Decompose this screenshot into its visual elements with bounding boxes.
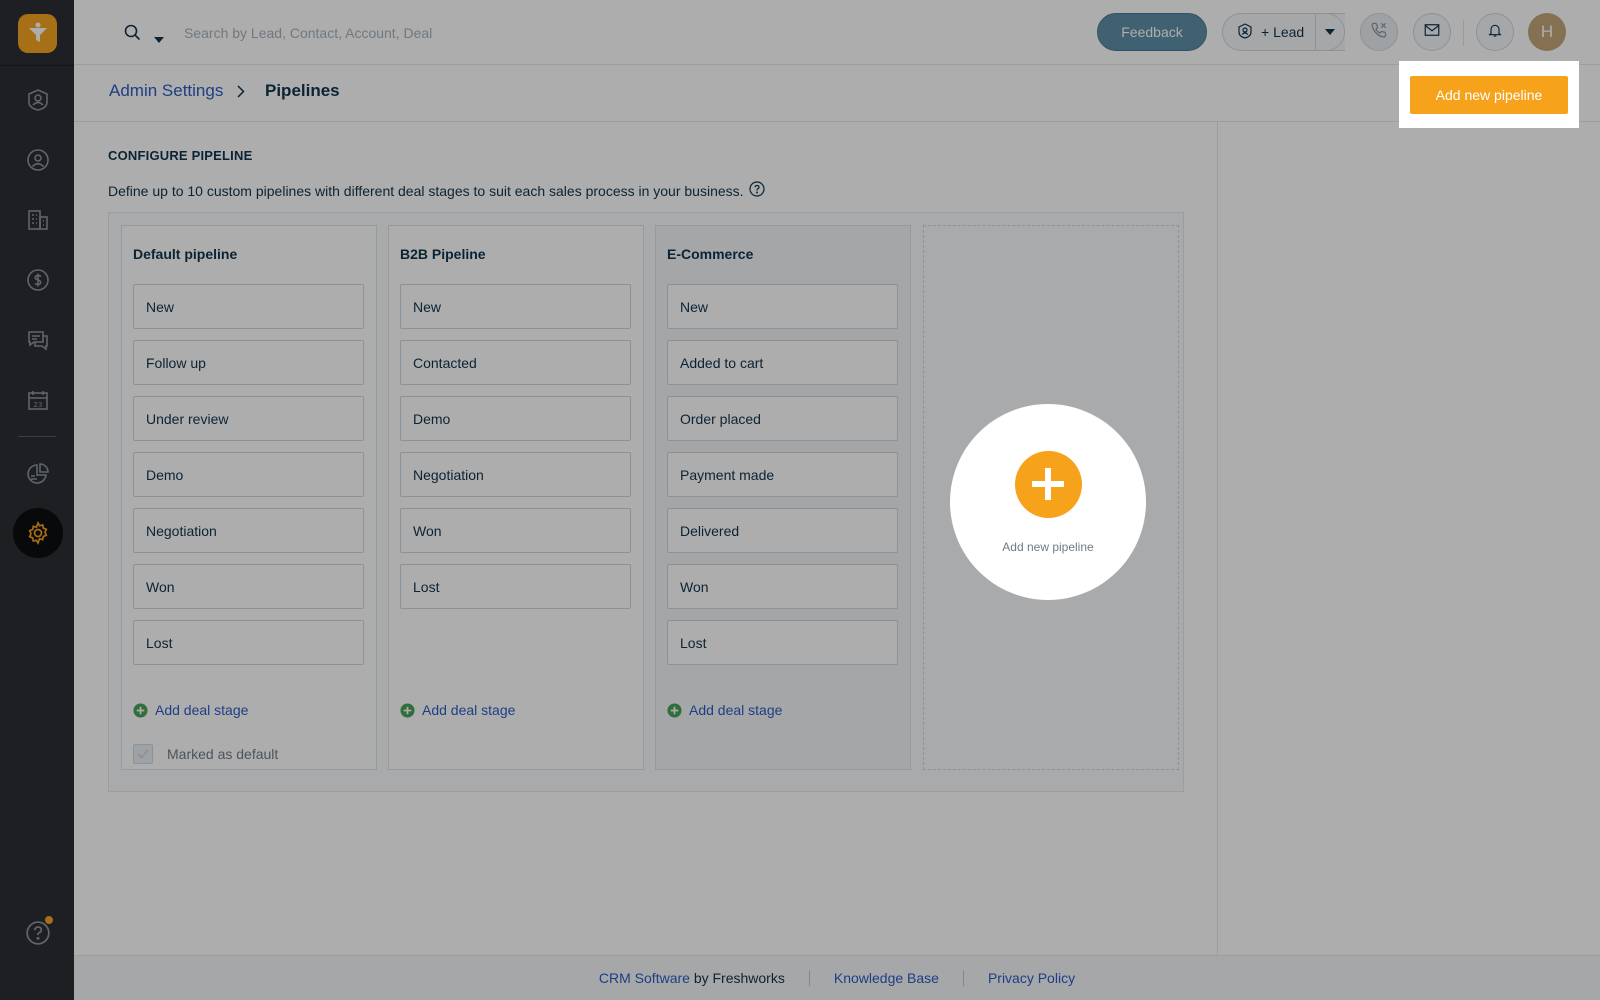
help-notification-dot	[44, 915, 54, 925]
bell-icon	[1487, 22, 1503, 43]
pipeline-card-b2b[interactable]: B2B Pipeline New Contacted Demo Negotiat…	[388, 225, 644, 770]
pipeline-card-default[interactable]: Default pipeline New Follow up Under rev…	[121, 225, 377, 770]
mail-icon	[1423, 21, 1441, 44]
add-deal-stage-label: Add deal stage	[422, 702, 516, 718]
plus-circle-icon	[133, 702, 148, 718]
top-bar: Feedback + Lead H	[74, 0, 1600, 65]
deal-stage[interactable]: New	[400, 284, 631, 329]
footer-separator	[808, 970, 810, 986]
add-deal-stage-button[interactable]: Add deal stage	[667, 702, 782, 718]
deal-stage[interactable]: Lost	[133, 620, 364, 665]
deal-stage[interactable]: Won	[667, 564, 898, 609]
deal-stage[interactable]: Lost	[400, 564, 631, 609]
crm-software-link[interactable]: CRM Software	[599, 970, 690, 986]
default-checkbox[interactable]	[133, 744, 153, 764]
left-sidebar: 23	[0, 0, 74, 1000]
pipeline-card-ecommerce[interactable]: E-Commerce New Added to cart Order place…	[655, 225, 911, 770]
logo-icon[interactable]	[18, 14, 57, 53]
chevron-down-icon[interactable]	[154, 30, 164, 48]
deal-stage[interactable]: New	[667, 284, 898, 329]
deal-stage[interactable]: Under review	[133, 396, 364, 441]
chevron-down-icon	[1325, 29, 1335, 35]
lead-icon	[1237, 22, 1253, 42]
deal-stage[interactable]: Added to cart	[667, 340, 898, 385]
deals-icon[interactable]	[22, 264, 54, 296]
footer: CRM Software by Freshworks Knowledge Bas…	[74, 955, 1600, 1000]
section-title: CONFIGURE PIPELINE	[108, 148, 253, 163]
deal-stage[interactable]: Negotiation	[133, 508, 364, 553]
feedback-button[interactable]: Feedback	[1097, 13, 1207, 51]
add-deal-stage-label: Add deal stage	[155, 702, 249, 718]
breadcrumb-admin-settings[interactable]: Admin Settings	[109, 81, 223, 101]
leads-icon[interactable]	[22, 84, 54, 116]
check-icon	[137, 749, 149, 759]
deal-stage[interactable]: Delivered	[667, 508, 898, 553]
svg-text:23: 23	[34, 401, 43, 409]
deal-stage[interactable]: Demo	[400, 396, 631, 441]
phone-button[interactable]	[1360, 13, 1398, 51]
right-panel	[1218, 122, 1600, 955]
pipeline-title: E-Commerce	[667, 246, 754, 262]
nav-divider	[18, 436, 56, 437]
deal-stage[interactable]: Follow up	[133, 340, 364, 385]
plus-icon[interactable]	[1014, 450, 1082, 518]
search-input[interactable]	[184, 20, 784, 46]
knowledge-base-link[interactable]: Knowledge Base	[834, 970, 939, 986]
plus-circle-icon	[400, 702, 415, 718]
avatar[interactable]: H	[1528, 13, 1566, 51]
footer-separator	[962, 970, 964, 986]
footer-by-text: by Freshworks	[689, 970, 785, 986]
plus-circle-icon	[667, 702, 682, 718]
deal-stage[interactable]: Negotiation	[400, 452, 631, 497]
deal-stage[interactable]: Lost	[667, 620, 898, 665]
phone-icon	[1370, 21, 1388, 44]
page-title: Pipelines	[265, 81, 340, 100]
accounts-icon[interactable]	[22, 204, 54, 236]
add-new-pipeline-button[interactable]: Add new pipeline	[1410, 75, 1568, 114]
info-icon[interactable]	[748, 181, 765, 200]
contacts-icon[interactable]	[22, 144, 54, 176]
deal-stage[interactable]: Payment made	[667, 452, 898, 497]
privacy-policy-link[interactable]: Privacy Policy	[988, 970, 1075, 986]
add-deal-stage-label: Add deal stage	[689, 702, 783, 718]
chat-icon[interactable]	[22, 324, 54, 356]
add-deal-stage-button[interactable]: Add deal stage	[400, 702, 515, 718]
add-lead-label: + Lead	[1261, 24, 1305, 40]
add-deal-stage-button[interactable]: Add deal stage	[133, 702, 248, 718]
mail-button[interactable]	[1413, 13, 1451, 51]
add-pipeline-label: Add new pipeline	[1002, 539, 1094, 554]
marked-default: Marked as default	[133, 744, 278, 764]
deal-stage[interactable]: Won	[400, 508, 631, 553]
logo-separator	[0, 65, 74, 66]
add-pipeline-spotlight[interactable]: Add new pipeline	[950, 404, 1146, 600]
pipeline-title: B2B Pipeline	[400, 246, 486, 262]
deal-stage[interactable]: Won	[133, 564, 364, 609]
deal-stage[interactable]: New	[133, 284, 364, 329]
breadcrumb: Admin Settings Pipelines	[74, 65, 1600, 122]
section-description-text: Define up to 10 custom pipelines with di…	[108, 182, 744, 199]
highlight-frame: Add new pipeline	[1399, 61, 1579, 128]
reports-icon[interactable]	[22, 458, 54, 490]
settings-icon[interactable]	[13, 508, 63, 558]
notifications-button[interactable]	[1476, 13, 1514, 51]
chevron-right-icon	[237, 85, 245, 103]
search-icon[interactable]	[124, 24, 141, 46]
marked-default-label: Marked as default	[167, 746, 279, 762]
pipeline-title: Default pipeline	[133, 246, 238, 262]
section-description: Define up to 10 custom pipelines with di…	[108, 181, 765, 200]
deal-stage[interactable]: Contacted	[400, 340, 631, 385]
calendar-icon[interactable]: 23	[22, 384, 54, 416]
topbar-separator	[1463, 20, 1464, 46]
deal-stage[interactable]: Order placed	[667, 396, 898, 441]
deal-stage[interactable]: Demo	[133, 452, 364, 497]
